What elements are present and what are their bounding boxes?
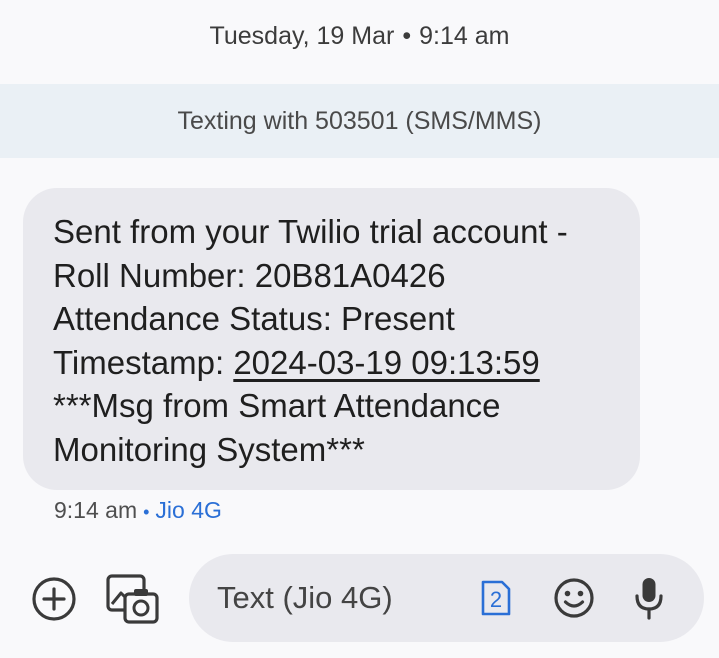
voice-input-button[interactable] (631, 575, 667, 621)
message-meta: 9:14 am • Jio 4G (54, 497, 222, 524)
date-label: Tuesday, 19 Mar (209, 22, 395, 50)
compose-bar: Text (Jio 4G) 2 (0, 552, 719, 642)
conversation-date-header: Tuesday, 19 Mar • 9:14 am (0, 22, 719, 51)
message-line: Timestamp: 2024-03-19 09:13:59 (53, 341, 610, 385)
date-separator: • (402, 22, 412, 50)
compose-placeholder: Text (Jio 4G) (217, 580, 393, 615)
gallery-camera-icon (106, 574, 159, 624)
incoming-message-bubble[interactable]: Sent from your Twilio trial account - Ro… (23, 188, 640, 490)
timestamp-prefix: Timestamp: (53, 343, 234, 381)
sim-selector-button[interactable]: 2 (479, 578, 513, 618)
emoji-button[interactable] (552, 576, 596, 620)
texting-info-text: Texting with 503501 (SMS/MMS) (177, 107, 542, 135)
message-time: 9:14 am (54, 497, 138, 523)
time-label: 9:14 am (419, 22, 510, 50)
emoji-icon (554, 578, 594, 618)
texting-info-banner: Texting with 503501 (SMS/MMS) (0, 84, 719, 158)
gallery-camera-button[interactable] (104, 572, 160, 626)
sim-number: 2 (490, 587, 502, 612)
message-line: Sent from your Twilio trial account - (53, 213, 568, 250)
add-attachment-button[interactable] (30, 575, 78, 623)
add-circle-icon (32, 577, 76, 621)
compose-message-field[interactable]: Text (Jio 4G) 2 (189, 554, 704, 642)
timestamp-link[interactable]: 2024-03-19 09:13:59 (233, 344, 539, 381)
message-line: Monitoring System*** (53, 430, 365, 468)
message-line: ***Msg from Smart Attendance (53, 387, 501, 424)
message-network: Jio 4G (155, 497, 222, 523)
meta-separator: • (143, 502, 150, 522)
microphone-icon (635, 578, 663, 620)
sim-card-icon: 2 (481, 580, 511, 616)
message-line: Attendance Status: Present (53, 300, 455, 337)
message-line: Roll Number: 20B81A0426 (53, 256, 446, 294)
